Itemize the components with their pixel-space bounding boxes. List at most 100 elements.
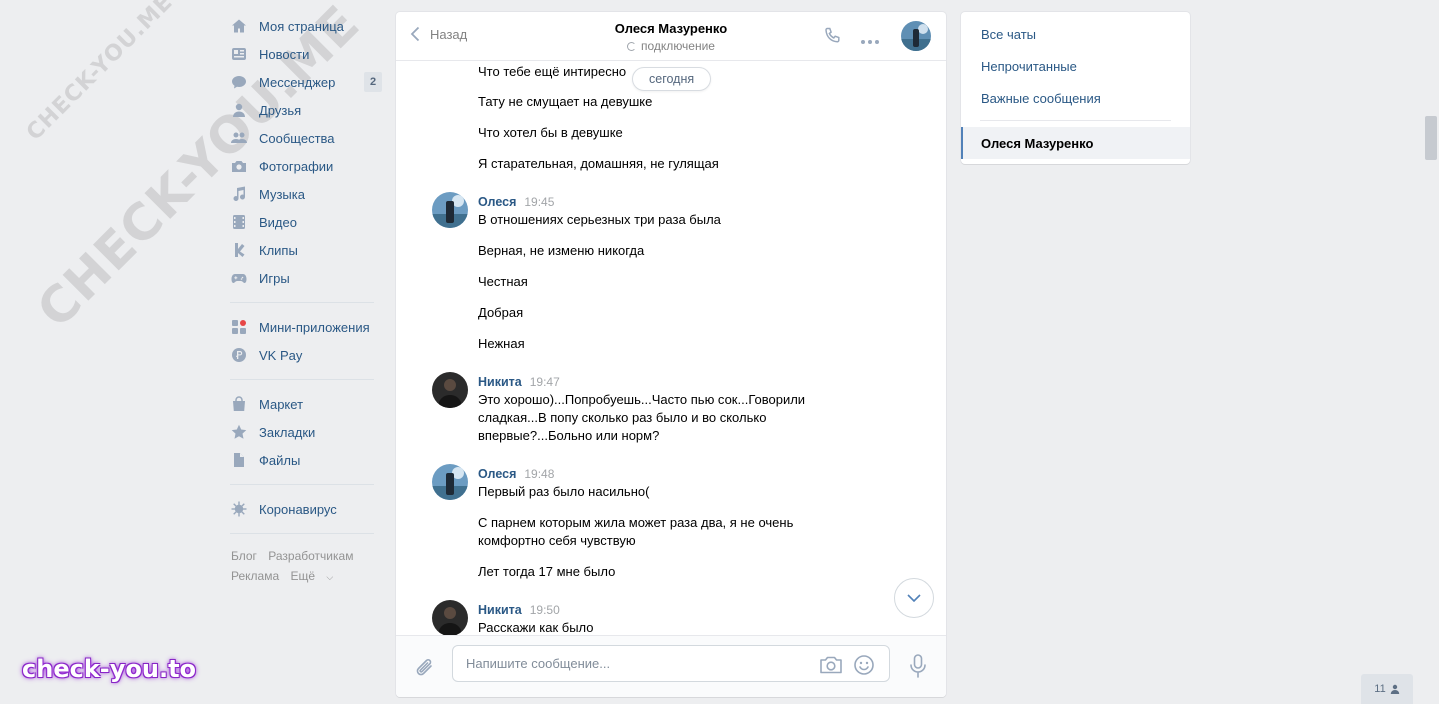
author-name: Никита bbox=[478, 603, 522, 617]
nav-item-games[interactable]: Игры bbox=[228, 264, 384, 292]
market-icon bbox=[231, 396, 247, 412]
active-chat-item[interactable]: Олеся Мазуренко bbox=[961, 127, 1190, 159]
attach-button[interactable] bbox=[414, 656, 436, 683]
chat-status-text: подключение bbox=[641, 39, 715, 53]
nav-label: Мессенджер bbox=[259, 74, 336, 90]
message-text: Расскажи как было bbox=[478, 620, 594, 635]
filter-divider bbox=[980, 120, 1171, 121]
message-time: 19:50 bbox=[529, 603, 560, 617]
nav-item-clips[interactable]: Клипы bbox=[228, 236, 384, 264]
message-author[interactable]: Никита 19:50 bbox=[478, 603, 560, 617]
chat-panel: Назад Олеся Мазуренко подключение сегодн… bbox=[396, 12, 946, 697]
nav-divider bbox=[230, 484, 374, 485]
home-icon bbox=[231, 18, 247, 34]
nav-label: Фотографии bbox=[259, 158, 334, 174]
avatar-image bbox=[432, 464, 468, 500]
star-icon bbox=[231, 424, 247, 440]
watermark-bottom: check-you.to bbox=[22, 655, 197, 683]
emoji-button[interactable] bbox=[853, 654, 875, 679]
filter-important[interactable]: Важные сообщения bbox=[981, 91, 1101, 106]
music-icon bbox=[231, 186, 247, 202]
nav-label: Друзья bbox=[259, 102, 302, 118]
news-icon bbox=[231, 46, 247, 62]
nav-item-video[interactable]: Видео bbox=[228, 208, 384, 236]
microphone-icon bbox=[910, 654, 926, 678]
more-button[interactable] bbox=[860, 33, 880, 48]
page-scrollbar[interactable] bbox=[1425, 116, 1437, 160]
avatar-image bbox=[432, 192, 468, 228]
message-text: Я старательная, домашняя, не гулящая bbox=[478, 156, 719, 171]
message-author[interactable]: Никита 19:47 bbox=[478, 375, 560, 389]
scroll-down-button[interactable] bbox=[894, 578, 934, 618]
nav-item-market[interactable]: Маркет bbox=[228, 390, 384, 418]
camera-button[interactable] bbox=[819, 655, 843, 678]
chevron-down-icon: ⌵ bbox=[326, 572, 334, 582]
nav-label: Клипы bbox=[259, 242, 298, 258]
message-text: Нежная bbox=[478, 336, 525, 351]
voice-message-button[interactable] bbox=[908, 654, 928, 681]
nav-label: Видео bbox=[259, 214, 297, 230]
nav-item-vk-pay[interactable]: VK Pay bbox=[228, 341, 384, 369]
nav-item-bookmarks[interactable]: Закладки bbox=[228, 418, 384, 446]
nav-item-news[interactable]: Новости bbox=[228, 40, 384, 68]
nav-item-my-page[interactable]: Моя страница bbox=[228, 12, 384, 40]
friends-icon bbox=[231, 102, 247, 118]
camera-icon bbox=[820, 656, 842, 674]
message-input[interactable] bbox=[466, 646, 806, 681]
author-name: Никита bbox=[478, 375, 522, 389]
message-text: Честная bbox=[478, 274, 528, 289]
watermark-small: CHECK-YOU.ME bbox=[22, 0, 179, 146]
message-time: 19:45 bbox=[524, 195, 555, 209]
nav-label: VK Pay bbox=[259, 347, 303, 363]
avatar-image bbox=[901, 21, 931, 51]
message-text: Лет тогда 17 мне было bbox=[478, 564, 616, 579]
date-separator: сегодня bbox=[632, 67, 712, 91]
footer-link-more[interactable]: Ещё ⌵ bbox=[290, 569, 341, 583]
filter-all-chats[interactable]: Все чаты bbox=[981, 27, 1036, 42]
nav-item-music[interactable]: Музыка bbox=[228, 180, 384, 208]
message-text: Тату не смущает на девушке bbox=[478, 94, 653, 109]
message-author[interactable]: Олеся 19:48 bbox=[478, 467, 554, 481]
call-button[interactable] bbox=[822, 26, 842, 49]
virus-icon bbox=[231, 501, 247, 517]
nav-item-files[interactable]: Файлы bbox=[228, 446, 384, 474]
avatar-image bbox=[432, 372, 468, 408]
nav-divider bbox=[230, 533, 374, 534]
nav-label: Новости bbox=[259, 46, 310, 62]
nav-item-photos[interactable]: Фотографии bbox=[228, 152, 384, 180]
footer-link-ads[interactable]: Реклама bbox=[231, 569, 279, 583]
avatar[interactable] bbox=[432, 600, 468, 635]
nav-item-coronavirus[interactable]: Коронавирус bbox=[228, 495, 384, 523]
nav-item-communities[interactable]: Сообщества bbox=[228, 124, 384, 152]
chat-header: Назад Олеся Мазуренко подключение bbox=[396, 12, 946, 61]
avatar[interactable] bbox=[432, 464, 468, 500]
nav-label: Музыка bbox=[259, 186, 305, 202]
message-text: Что хотел бы в девушке bbox=[478, 125, 623, 140]
paperclip-icon bbox=[416, 659, 432, 676]
nav-item-friends[interactable]: Друзья bbox=[228, 96, 384, 124]
online-friends-button[interactable]: 11 bbox=[1361, 674, 1413, 704]
messenger-badge: 2 bbox=[364, 72, 382, 92]
gamepad-icon bbox=[231, 270, 247, 286]
nav-label: Закладки bbox=[259, 424, 316, 440]
more-dots-icon bbox=[861, 40, 879, 44]
avatar[interactable] bbox=[432, 192, 468, 228]
active-chat-label: Олеся Мазуренко bbox=[981, 136, 1094, 151]
footer-link-blog[interactable]: Блог bbox=[231, 549, 257, 563]
footer-more-label: Ещё bbox=[290, 569, 316, 583]
filter-unread[interactable]: Непрочитанные bbox=[981, 59, 1077, 74]
nav-divider bbox=[230, 302, 374, 303]
message-text: Первый раз было насильно( bbox=[478, 484, 650, 499]
footer-link-developers[interactable]: Разработчикам bbox=[268, 549, 353, 563]
nav-label: Маркет bbox=[259, 396, 304, 412]
chat-avatar[interactable] bbox=[901, 21, 931, 51]
nav-divider bbox=[230, 379, 374, 380]
nav-item-mini-apps[interactable]: Мини-приложения bbox=[228, 313, 384, 341]
message-author[interactable]: Олеся 19:45 bbox=[478, 195, 554, 209]
nav-item-messenger[interactable]: Мессенджер 2 bbox=[228, 68, 384, 96]
avatar[interactable] bbox=[432, 372, 468, 408]
messenger-icon bbox=[231, 74, 247, 90]
nav-footer: Блог Разработчикам Реклама Ещё ⌵ bbox=[228, 546, 384, 587]
smile-icon bbox=[854, 655, 874, 675]
message-text: Верная, не изменю никогда bbox=[478, 243, 645, 258]
